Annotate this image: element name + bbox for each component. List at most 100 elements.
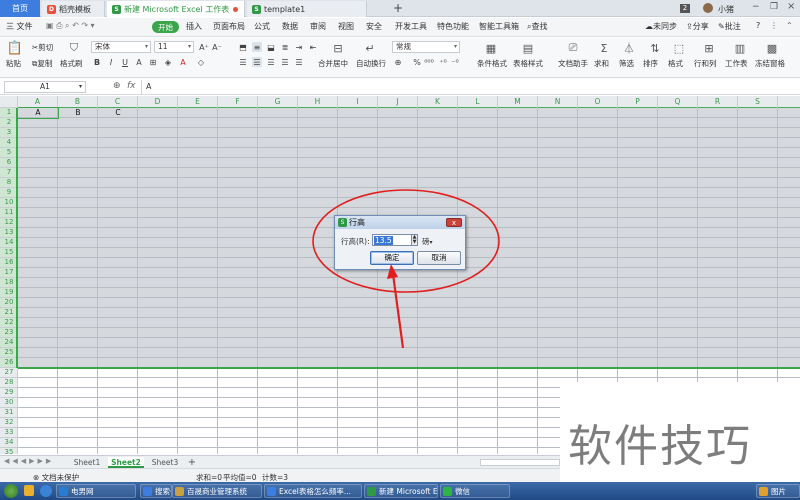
taskbar-item[interactable]: 新建 Microsoft Exc... bbox=[364, 484, 438, 498]
italic-icon[interactable]: I bbox=[106, 57, 116, 67]
column-header[interactable]: A bbox=[18, 96, 58, 108]
orientation-icon[interactable]: ≣ bbox=[280, 42, 290, 52]
row-col-button[interactable]: 行和列 bbox=[694, 58, 717, 69]
worksheet-icon[interactable]: ▥ bbox=[733, 41, 747, 55]
tab-view[interactable]: 视图 bbox=[338, 21, 354, 32]
sum-icon[interactable]: Σ bbox=[597, 41, 611, 55]
close-window-icon[interactable]: × bbox=[787, 1, 795, 12]
increase-decimal-icon[interactable]: ⁺⁰ bbox=[438, 57, 448, 67]
thousands-icon[interactable]: ⁰⁰⁰ bbox=[424, 57, 434, 67]
user-name[interactable]: 小猪 bbox=[718, 4, 734, 15]
paste-button[interactable]: 粘贴 bbox=[6, 58, 21, 69]
search-menu[interactable]: ⌕查找 bbox=[527, 21, 547, 32]
tab-data[interactable]: 数据 bbox=[282, 21, 298, 32]
row-header[interactable]: 31 bbox=[0, 408, 18, 418]
column-header[interactable]: B bbox=[58, 96, 98, 108]
row-header[interactable]: 28 bbox=[0, 378, 18, 388]
cell-b1[interactable]: B bbox=[58, 108, 98, 118]
column-header[interactable]: I bbox=[338, 96, 378, 108]
start-menu-icon[interactable] bbox=[4, 484, 18, 498]
sort-button[interactable]: 排序 bbox=[643, 58, 658, 69]
tab-home[interactable]: 首页 bbox=[0, 0, 40, 17]
column-header[interactable]: O bbox=[578, 96, 618, 108]
tab-start[interactable]: 开始 bbox=[152, 21, 179, 33]
row-col-icon[interactable]: ⊞ bbox=[702, 41, 716, 55]
ok-button[interactable]: 确定 bbox=[370, 251, 414, 265]
bold-icon[interactable]: B bbox=[92, 57, 102, 67]
sync-status[interactable]: ☁未同步 bbox=[645, 21, 677, 32]
align-center-icon[interactable]: ☰ bbox=[252, 57, 262, 67]
font-color-icon[interactable]: A bbox=[178, 57, 188, 67]
minimize-icon[interactable]: − bbox=[752, 2, 760, 12]
taskbar-item[interactable]: 图片 bbox=[756, 484, 800, 498]
font-size-select[interactable]: 11 ▾ bbox=[154, 41, 194, 53]
cell-a1[interactable]: A bbox=[17, 107, 59, 119]
tab-review[interactable]: 审阅 bbox=[310, 21, 326, 32]
increase-font-icon[interactable]: A⁺ bbox=[199, 42, 209, 52]
clear-format-icon[interactable]: ◇ bbox=[196, 57, 206, 67]
column-header[interactable]: Q bbox=[658, 96, 698, 108]
row-header[interactable]: 33 bbox=[0, 428, 18, 438]
annotate-button[interactable]: ✎批注 bbox=[718, 21, 741, 32]
share-button[interactable]: ⇪分享 bbox=[686, 21, 709, 32]
doc-helper-icon[interactable]: ⎚ bbox=[566, 41, 580, 55]
taskbar-item[interactable]: 微信 bbox=[440, 484, 510, 498]
more-icon[interactable]: ⋮ bbox=[770, 21, 778, 30]
merge-center-button[interactable]: 合并居中 bbox=[318, 58, 348, 69]
tab-docer-template[interactable]: D 稻壳模板 bbox=[42, 1, 105, 17]
column-header[interactable]: N bbox=[538, 96, 578, 108]
freeze-panes-button[interactable]: 冻结窗格 bbox=[755, 58, 785, 69]
paste-icon[interactable]: 📋 bbox=[7, 41, 23, 56]
decrease-font-icon[interactable]: A⁻ bbox=[212, 42, 222, 52]
browser-icon[interactable] bbox=[40, 485, 52, 497]
wrap-text-button[interactable]: 自动换行 bbox=[356, 58, 386, 69]
tab-developer[interactable]: 开发工具 bbox=[395, 21, 427, 32]
column-header[interactable]: S bbox=[738, 96, 778, 108]
copy-button[interactable]: ⧉复制 bbox=[32, 58, 52, 69]
tab-template1[interactable]: S template1 bbox=[247, 1, 367, 17]
merge-center-icon[interactable]: ⊟ bbox=[331, 41, 345, 55]
cancel-button[interactable]: 取消 bbox=[417, 251, 461, 265]
conditional-format-button[interactable]: 条件格式 bbox=[477, 58, 507, 69]
dialog-close-button[interactable]: x bbox=[446, 218, 462, 227]
taskbar-item[interactable]: 搜索一下 bbox=[140, 484, 172, 498]
taskbar-item[interactable]: Excel表格怎么频率... bbox=[264, 484, 362, 498]
wrap-text-icon[interactable]: ↵ bbox=[363, 41, 377, 55]
doc-helper-button[interactable]: 文档助手 bbox=[558, 58, 588, 69]
column-header[interactable]: H bbox=[298, 96, 338, 108]
sheet-tab-3[interactable]: Sheet3 bbox=[148, 457, 182, 468]
filter-icon[interactable]: ⏃ bbox=[622, 41, 636, 55]
justify-icon[interactable]: ☰ bbox=[280, 57, 290, 67]
fill-color-icon[interactable]: ◈ bbox=[163, 57, 173, 67]
avatar[interactable] bbox=[703, 3, 713, 13]
number-format-select[interactable]: 常规 ▾ bbox=[392, 41, 460, 53]
column-header[interactable]: J bbox=[378, 96, 418, 108]
table-style-button[interactable]: 表格样式 bbox=[513, 58, 543, 69]
underline-icon[interactable]: U bbox=[120, 57, 130, 67]
help-button[interactable]: ? bbox=[756, 21, 760, 30]
column-header[interactable]: L bbox=[458, 96, 498, 108]
tab-special-features[interactable]: 特色功能 bbox=[437, 21, 469, 32]
column-header[interactable]: F bbox=[218, 96, 258, 108]
formula-input[interactable]: A bbox=[146, 82, 151, 91]
align-bottom-icon[interactable]: ⬓ bbox=[266, 42, 276, 52]
taskbar-item[interactable]: 百晟商业管理系统 bbox=[172, 484, 262, 498]
row-header[interactable]: 30 bbox=[0, 398, 18, 408]
sheet-nav-icons[interactable]: ◀◀◀▶▶▶ bbox=[4, 457, 54, 465]
column-header[interactable]: E bbox=[178, 96, 218, 108]
cut-button[interactable]: ✂剪切 bbox=[32, 42, 53, 53]
align-middle-icon[interactable]: ≡ bbox=[252, 42, 262, 52]
format-button[interactable]: 格式 bbox=[668, 58, 683, 69]
column-header[interactable]: R bbox=[698, 96, 738, 108]
font-name-select[interactable]: 宋体 ▾ bbox=[91, 41, 151, 53]
align-left-icon[interactable]: ☰ bbox=[238, 57, 248, 67]
outdent-icon[interactable]: ⇤ bbox=[308, 42, 318, 52]
strikethrough-icon[interactable]: A bbox=[134, 57, 144, 67]
unit-select[interactable]: 磅▾ bbox=[422, 236, 433, 247]
column-header[interactable]: P bbox=[618, 96, 658, 108]
cell-c1[interactable]: C bbox=[98, 108, 138, 118]
column-header[interactable]: K bbox=[418, 96, 458, 108]
indent-icon[interactable]: ⇥ bbox=[294, 42, 304, 52]
sheet-tab-2[interactable]: Sheet2 bbox=[108, 457, 144, 468]
explorer-icon[interactable] bbox=[24, 485, 34, 496]
